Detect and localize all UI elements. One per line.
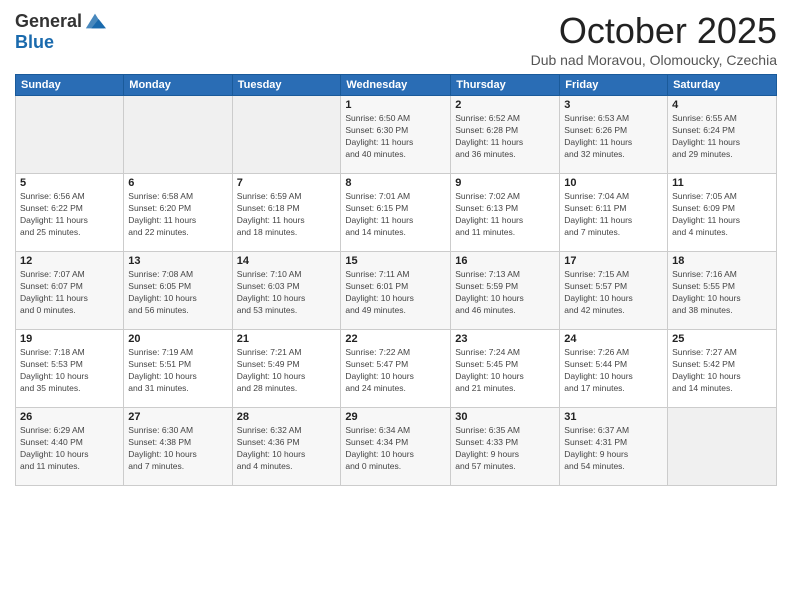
- list-item: 2 Sunrise: 6:52 AMSunset: 6:28 PMDayligh…: [451, 96, 560, 174]
- location: Dub nad Moravou, Olomoucky, Czechia: [531, 52, 777, 68]
- list-item: 7 Sunrise: 6:59 AMSunset: 6:18 PMDayligh…: [232, 174, 341, 252]
- list-item: 3 Sunrise: 6:53 AMSunset: 6:26 PMDayligh…: [560, 96, 668, 174]
- list-item: 5 Sunrise: 6:56 AMSunset: 6:22 PMDayligh…: [16, 174, 124, 252]
- list-item: 9 Sunrise: 7:02 AMSunset: 6:13 PMDayligh…: [451, 174, 560, 252]
- calendar-table: Sunday Monday Tuesday Wednesday Thursday…: [15, 74, 777, 486]
- list-item: 30 Sunrise: 6:35 AMSunset: 4:33 PMDaylig…: [451, 408, 560, 486]
- list-item: 1 Sunrise: 6:50 AMSunset: 6:30 PMDayligh…: [341, 96, 451, 174]
- list-item: 25 Sunrise: 7:27 AMSunset: 5:42 PMDaylig…: [668, 330, 777, 408]
- list-item: 17 Sunrise: 7:15 AMSunset: 5:57 PMDaylig…: [560, 252, 668, 330]
- month-title: October 2025: [531, 10, 777, 52]
- list-item: 23 Sunrise: 7:24 AMSunset: 5:45 PMDaylig…: [451, 330, 560, 408]
- col-friday: Friday: [560, 75, 668, 96]
- list-item: 13 Sunrise: 7:08 AMSunset: 6:05 PMDaylig…: [124, 252, 232, 330]
- list-item: 12 Sunrise: 7:07 AMSunset: 6:07 PMDaylig…: [16, 252, 124, 330]
- list-item: 27 Sunrise: 6:30 AMSunset: 4:38 PMDaylig…: [124, 408, 232, 486]
- col-wednesday: Wednesday: [341, 75, 451, 96]
- logo-icon: [84, 10, 106, 32]
- list-item: 26 Sunrise: 6:29 AMSunset: 4:40 PMDaylig…: [16, 408, 124, 486]
- col-sunday: Sunday: [16, 75, 124, 96]
- list-item: 22 Sunrise: 7:22 AMSunset: 5:47 PMDaylig…: [341, 330, 451, 408]
- table-row: 12 Sunrise: 7:07 AMSunset: 6:07 PMDaylig…: [16, 252, 777, 330]
- list-item: 28 Sunrise: 6:32 AMSunset: 4:36 PMDaylig…: [232, 408, 341, 486]
- calendar-header: Sunday Monday Tuesday Wednesday Thursday…: [16, 75, 777, 96]
- list-item: 21 Sunrise: 7:21 AMSunset: 5:49 PMDaylig…: [232, 330, 341, 408]
- page: General Blue October 2025 Dub nad Moravo…: [0, 0, 792, 612]
- col-monday: Monday: [124, 75, 232, 96]
- list-item: 14 Sunrise: 7:10 AMSunset: 6:03 PMDaylig…: [232, 252, 341, 330]
- list-item: 16 Sunrise: 7:13 AMSunset: 5:59 PMDaylig…: [451, 252, 560, 330]
- list-item: 31 Sunrise: 6:37 AMSunset: 4:31 PMDaylig…: [560, 408, 668, 486]
- list-item: 11 Sunrise: 7:05 AMSunset: 6:09 PMDaylig…: [668, 174, 777, 252]
- empty-cell: [124, 96, 232, 174]
- list-item: 4 Sunrise: 6:55 AMSunset: 6:24 PMDayligh…: [668, 96, 777, 174]
- list-item: 15 Sunrise: 7:11 AMSunset: 6:01 PMDaylig…: [341, 252, 451, 330]
- list-item: 18 Sunrise: 7:16 AMSunset: 5:55 PMDaylig…: [668, 252, 777, 330]
- header: General Blue October 2025 Dub nad Moravo…: [15, 10, 777, 68]
- title-block: October 2025 Dub nad Moravou, Olomoucky,…: [531, 10, 777, 68]
- empty-cell: [232, 96, 341, 174]
- logo-blue-text: Blue: [15, 32, 106, 53]
- empty-cell: [668, 408, 777, 486]
- list-item: 20 Sunrise: 7:19 AMSunset: 5:51 PMDaylig…: [124, 330, 232, 408]
- list-item: 10 Sunrise: 7:04 AMSunset: 6:11 PMDaylig…: [560, 174, 668, 252]
- logo: General Blue: [15, 10, 106, 53]
- table-row: 1 Sunrise: 6:50 AMSunset: 6:30 PMDayligh…: [16, 96, 777, 174]
- list-item: 19 Sunrise: 7:18 AMSunset: 5:53 PMDaylig…: [16, 330, 124, 408]
- list-item: 29 Sunrise: 6:34 AMSunset: 4:34 PMDaylig…: [341, 408, 451, 486]
- col-tuesday: Tuesday: [232, 75, 341, 96]
- list-item: 24 Sunrise: 7:26 AMSunset: 5:44 PMDaylig…: [560, 330, 668, 408]
- table-row: 5 Sunrise: 6:56 AMSunset: 6:22 PMDayligh…: [16, 174, 777, 252]
- col-saturday: Saturday: [668, 75, 777, 96]
- logo-general-text: General: [15, 11, 82, 32]
- list-item: 8 Sunrise: 7:01 AMSunset: 6:15 PMDayligh…: [341, 174, 451, 252]
- empty-cell: [16, 96, 124, 174]
- list-item: 6 Sunrise: 6:58 AMSunset: 6:20 PMDayligh…: [124, 174, 232, 252]
- table-row: 19 Sunrise: 7:18 AMSunset: 5:53 PMDaylig…: [16, 330, 777, 408]
- table-row: 26 Sunrise: 6:29 AMSunset: 4:40 PMDaylig…: [16, 408, 777, 486]
- calendar-body: 1 Sunrise: 6:50 AMSunset: 6:30 PMDayligh…: [16, 96, 777, 486]
- col-thursday: Thursday: [451, 75, 560, 96]
